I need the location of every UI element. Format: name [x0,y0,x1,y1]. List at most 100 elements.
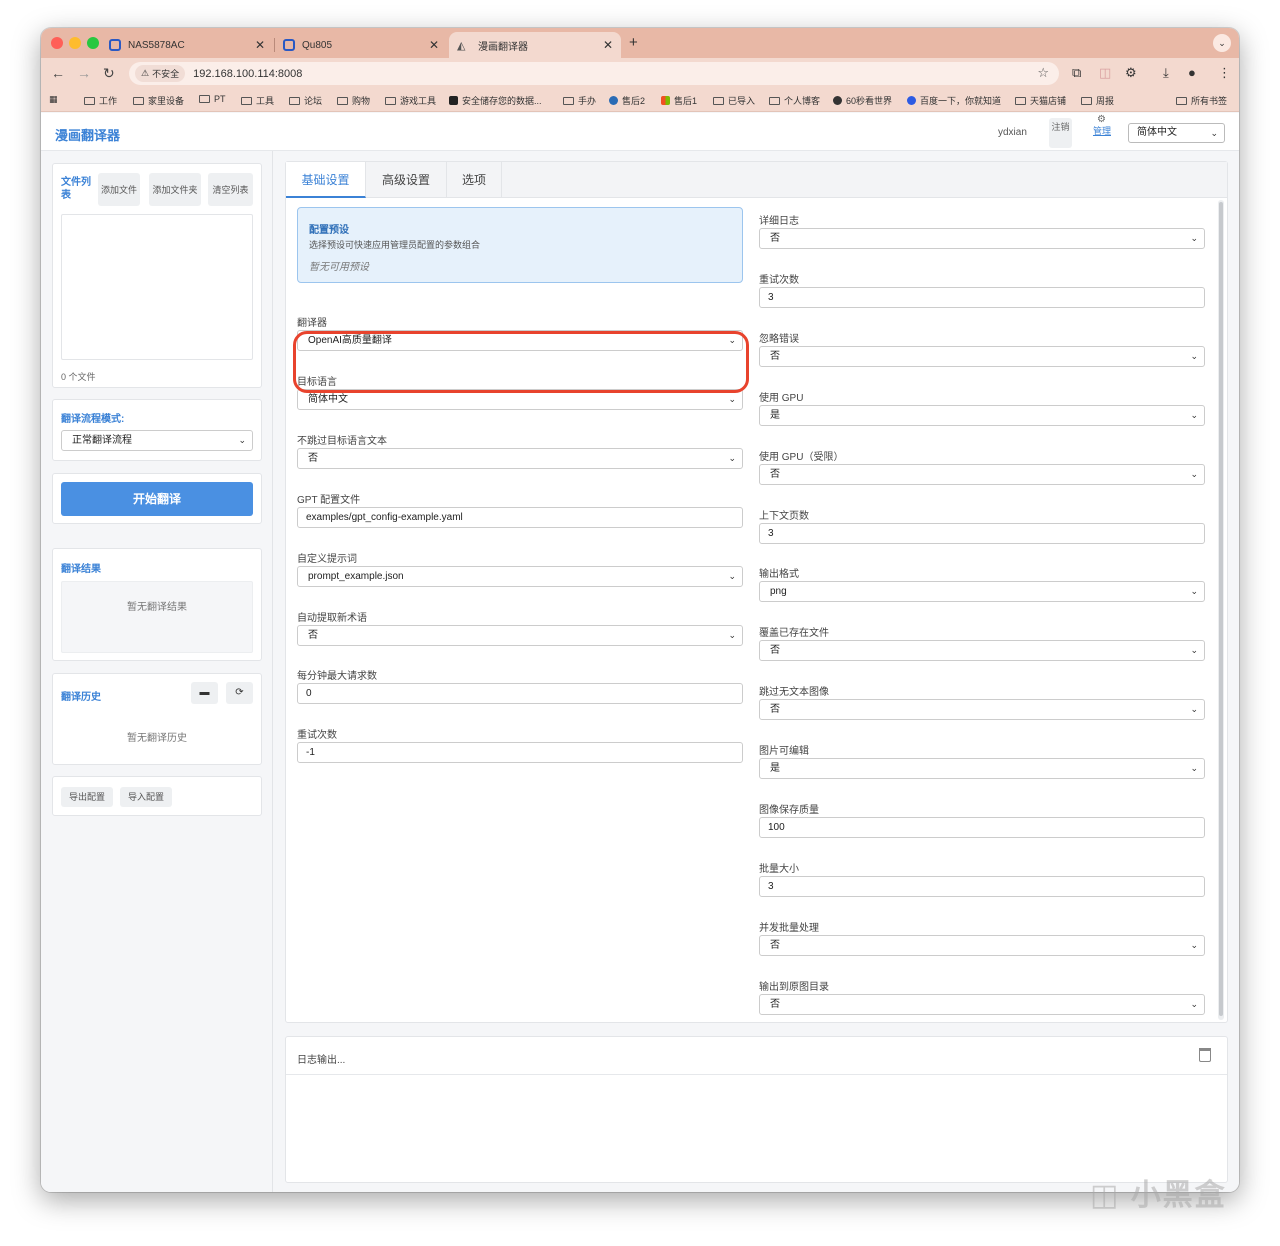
extensions-puzzle-icon[interactable]: ⚙ [1125,65,1137,81]
setting-input[interactable]: 100 [759,817,1205,838]
setting-select[interactable]: 否 ⌄ [297,447,743,469]
bookmark-folder[interactable]: 已导入 [713,94,755,107]
trash-icon[interactable] [1199,1048,1211,1062]
reload-icon[interactable]: ↻ [103,65,115,82]
browser-tab[interactable]: NAS5878AC ✕ [101,32,273,58]
workflow-label: 翻译流程模式: [61,414,125,425]
profile-avatar-icon[interactable]: ● [1188,65,1196,80]
forward-icon[interactable]: → [77,65,91,81]
all-bookmarks-folder[interactable]: 所有书签 [1176,94,1227,107]
bookmark-folder[interactable]: 个人博客 [769,94,820,107]
setting-select[interactable]: png ⌄ [759,581,1205,603]
bookmark-folder[interactable]: 周报 [1081,94,1114,107]
setting-select[interactable]: 是 ⌄ [759,758,1205,780]
minimize-window-button[interactable] [69,37,81,49]
tab-advanced-settings[interactable]: 高级设置 [366,162,447,198]
chevron-down-icon: ⌄ [1190,350,1198,361]
workflow-select[interactable]: 正常翻译流程 ⌄ [61,430,253,451]
bookmark-folder[interactable]: 天猫店铺 [1015,94,1066,107]
refresh-icon[interactable]: ⟳ [226,682,253,704]
apps-grid-icon[interactable]: ▦ [49,94,58,105]
add-folder-button[interactable]: 添加文件夹 [149,173,201,206]
tab-options[interactable]: 选项 [447,162,502,198]
bookmark-link[interactable]: 60秒看世界 [833,94,892,107]
close-window-button[interactable] [51,37,63,49]
bookmark-link[interactable]: 售后2 [609,94,645,107]
setting-select[interactable]: 否 ⌄ [759,934,1205,956]
setting-select[interactable]: 否 ⌄ [759,345,1205,367]
setting-select[interactable]: 否 ⌄ [759,699,1205,721]
workflow-card: 翻译流程模式: 正常翻译流程 ⌄ [52,399,262,461]
setting-select[interactable]: 否 ⌄ [759,640,1205,662]
field-label: 输出格式 [759,569,799,581]
close-tab-icon[interactable]: ✕ [255,38,265,52]
back-icon[interactable]: ← [51,65,65,81]
bookmark-folder[interactable]: 工具 [241,94,274,107]
url-text[interactable]: 192.168.100.114:8008 [193,68,302,80]
close-tab-icon[interactable]: ✕ [603,38,613,52]
logout-button[interactable]: 注销 [1049,118,1072,148]
bookmark-folder[interactable]: 手办 [563,94,596,107]
tab-search-icon[interactable]: ⌄ [1213,34,1231,52]
setting-select[interactable]: prompt_example.json ⌄ [297,565,743,587]
setting-select[interactable]: 否 ⌄ [297,624,743,646]
setting-input[interactable]: 3 [759,522,1205,544]
import-config-button[interactable]: 导入配置 [120,787,173,807]
log-title: 日志输出... [297,1055,346,1066]
translate-extension-icon[interactable]: ⧉ [1072,65,1081,81]
file-list-title: 文件列表 [61,177,91,201]
bookmark-star-icon[interactable]: ☆ [1037,65,1049,81]
bookmark-label: 天猫店铺 [1030,96,1067,106]
new-tab-icon[interactable]: + [629,34,638,51]
bookmark-folder[interactable]: 家里设备 [133,94,184,107]
export-config-button[interactable]: 导出配置 [61,787,114,807]
bookmark-link[interactable]: 安全储存您的数据... [449,94,542,107]
browser-menu-icon[interactable]: ⋮ [1218,65,1231,81]
add-file-button[interactable]: 添加文件 [98,173,140,206]
watermark-text: 小黑盒 [1130,1179,1227,1212]
bookmark-label: 所有书签 [1191,96,1228,106]
setting-select[interactable]: 是 ⌄ [759,404,1205,426]
setting-input[interactable]: 3 [759,286,1205,308]
setting-input[interactable]: 0 [297,683,743,705]
browser-tab-active[interactable]: ◭ 漫画翻译器 ✕ [449,32,621,58]
chevron-down-icon: ⌄ [728,452,736,463]
bookmark-link[interactable]: 售后1 [661,94,697,107]
results-empty-text: 暂无翻译结果 [127,602,187,613]
bookmark-link[interactable]: 百度一下，你就知道 [907,94,1001,107]
bookmark-folder[interactable]: PT [199,94,226,104]
bookmark-label: 家里设备 [148,96,185,106]
close-tab-icon[interactable]: ✕ [429,38,439,52]
setting-input[interactable]: examples/gpt_config-example.yaml [297,506,743,528]
setting-select[interactable]: 否 ⌄ [759,993,1205,1015]
setting-select[interactable]: 否 ⌄ [759,228,1205,249]
setting-input[interactable]: -1 [297,742,743,764]
setting-input[interactable]: 3 [759,875,1205,897]
download-icon[interactable]: ⤓ [1163,65,1169,81]
file-drop-area[interactable] [61,214,253,360]
clear-history-icon[interactable]: ▬ [191,682,218,704]
start-translation-button[interactable]: 开始翻译 [61,482,253,516]
bookmark-folder[interactable]: 工作 [84,94,117,107]
ui-language-select[interactable]: 简体中文 ⌄ [1128,123,1225,143]
field-label: 批量大小 [759,863,799,875]
admin-link[interactable]: 管理 [1091,126,1113,137]
bookmark-folder[interactable]: 论坛 [289,94,322,107]
extension-icon[interactable]: ◫ [1099,65,1111,81]
field-value: 否 [308,629,318,641]
field-label: 覆盖已存在文件 [759,628,829,640]
setting-select[interactable]: 否 ⌄ [759,463,1205,485]
bookmark-folder[interactable]: 游戏工具 [385,94,436,107]
address-bar[interactable]: ⚠ 不安全 192.168.100.114:8008 ☆ [129,62,1059,85]
browser-tab[interactable]: Qu805 ✕ [275,32,447,58]
scrollbar-thumb[interactable] [1219,202,1223,1016]
clear-list-button[interactable]: 清空列表 [208,173,253,206]
app-title[interactable]: 漫画翻译器 [55,125,120,144]
maximize-window-button[interactable] [87,37,99,49]
settings-scrollbar[interactable] [1218,200,1224,1020]
security-indicator[interactable]: ⚠ 不安全 [135,65,186,82]
results-title: 翻译结果 [61,564,101,575]
folder-icon [337,96,348,105]
tab-basic-settings[interactable]: 基础设置 [286,162,366,198]
bookmark-folder[interactable]: 购物 [337,94,370,107]
